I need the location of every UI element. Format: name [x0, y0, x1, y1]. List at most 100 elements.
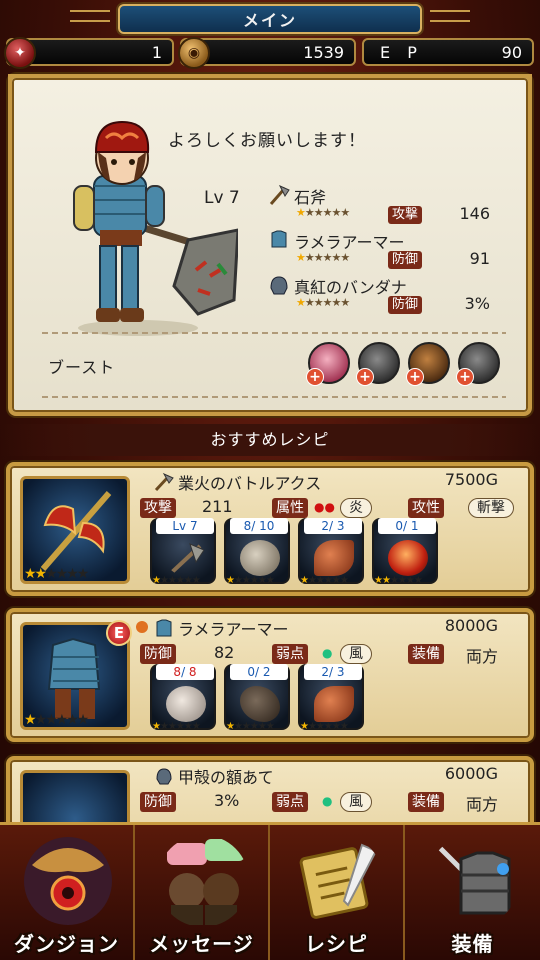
attribute-label: 属性 — [272, 498, 308, 518]
equipment-armor[interactable]: ラメラアーマー ★★★★★★ 防御 91 — [268, 227, 508, 272]
gold-counter[interactable]: ◉ 1539 — [178, 37, 356, 69]
dragon-icon — [24, 837, 112, 925]
boost-list: + + + + — [306, 342, 500, 386]
element-dots: ●● — [314, 500, 335, 514]
weakness-value: 風 — [340, 792, 372, 812]
helmet-icon — [156, 768, 172, 785]
section-title: おすすめレシピ — [210, 430, 330, 449]
ep-counter[interactable]: E P 90 — [362, 38, 534, 66]
equipment-name: 石斧 — [294, 188, 327, 207]
material-count-need: 8 — [188, 665, 197, 679]
rock-icon — [240, 540, 280, 576]
stat-value: 3% — [464, 294, 490, 313]
ep-value: 90 — [501, 42, 522, 62]
axe-icon — [154, 472, 174, 492]
nav-label: レシピ — [305, 932, 368, 956]
material-count-have: 8 — [173, 665, 182, 679]
claw-icon — [240, 686, 280, 722]
chat-icon — [167, 839, 245, 925]
material-slot[interactable]: 8/ 10 ★★★★★★ — [224, 518, 290, 586]
divider — [42, 396, 506, 398]
equipment-weapon[interactable]: 石斧 ★★★★★★ 攻撃 146 — [268, 182, 508, 227]
gold-coin-icon: ◉ — [178, 37, 210, 69]
panel-corner — [8, 74, 26, 92]
weakness-label: 弱点 — [272, 792, 308, 812]
stat-value: 82 — [214, 643, 235, 662]
boost-slot-4[interactable]: + — [456, 342, 500, 386]
material-count: 0/ 1 — [378, 518, 436, 534]
attribute-value: 炎 — [340, 498, 372, 518]
element-dot: ● — [322, 794, 333, 808]
rarity-stars: ★★★★★★ — [300, 575, 349, 586]
plus-icon: + — [356, 368, 374, 386]
material-count: 2/ 3 — [304, 664, 362, 680]
equip-value: 両方 — [466, 795, 499, 814]
stat-label: 防御 — [388, 251, 423, 269]
boost-slot-3[interactable]: + — [406, 342, 450, 386]
stat-label: 攻撃 — [388, 206, 423, 224]
character-greeting: よろしくお願いします！ — [168, 131, 366, 151]
stat-label: 防御 — [388, 296, 423, 314]
stat-value: 211 — [202, 497, 233, 516]
stat-value: 91 — [469, 249, 490, 268]
material-count: 0/ 2 — [230, 664, 288, 680]
recipe-card[interactable]: E ★★★★★★ ラメラアーマー 8000G 防御 82 弱点 ● 風 装備 両… — [6, 608, 534, 742]
axe-material-icon — [168, 543, 205, 576]
recipe-name: 業火のバトルアクス — [178, 474, 322, 493]
rarity-stars: ★★★★★★ — [296, 251, 350, 264]
title-ornament-left — [70, 10, 110, 22]
scroll-icon — [299, 843, 378, 919]
armor-icon — [431, 839, 511, 915]
rarity-stars: ★★★★★★ — [24, 566, 89, 582]
recommended-recipes-header: おすすめレシピ — [0, 424, 540, 456]
material-slot[interactable]: 0/ 1 ★★★★★★ — [372, 518, 438, 586]
boost-slot-1[interactable]: + — [306, 342, 350, 386]
helmet-icon — [270, 276, 288, 295]
rarity-stars: ★★★★★★ — [300, 721, 349, 732]
nav-equipment[interactable]: 装備 — [405, 825, 540, 960]
material-slot[interactable]: Lv 7 ★★★★★★ — [150, 518, 216, 586]
rarity-stars: ★★★★★★ — [226, 721, 275, 732]
material-slot[interactable]: 8/ 8 ★★★★★★ — [150, 664, 216, 732]
material-slot[interactable]: 2/ 3 ★★★★★★ — [298, 518, 364, 586]
ep-label: E P — [380, 43, 423, 62]
divider — [42, 332, 506, 334]
boost-slot-2[interactable]: + — [356, 342, 400, 386]
stat-value: 146 — [459, 204, 490, 223]
recipe-price: 8000G — [444, 616, 498, 635]
material-count: Lv 7 — [156, 518, 214, 534]
equipment-list: 石斧 ★★★★★★ 攻撃 146 ラメラアーマー ★★★★★★ 防御 91 真紅… — [268, 182, 508, 317]
nav-label: 装備 — [451, 932, 494, 956]
extra-value: 斬撃 — [468, 498, 514, 518]
page-title: メイン — [118, 4, 422, 34]
armor-icon — [271, 230, 287, 248]
stat-label: 防御 — [140, 644, 176, 664]
stat-label: 攻撃 — [140, 498, 176, 518]
recipe-card[interactable]: ★★★★★★ 業火のバトルアクス 7500G 攻撃 211 属性 ●● 炎 攻性… — [6, 462, 534, 596]
equipment-name: ラメラアーマー — [294, 233, 405, 252]
bottom-nav: ダンジョン メッセージ レシピ 装備 — [0, 822, 540, 960]
stamina-icon: ✦ — [4, 37, 36, 69]
panel-corner — [514, 74, 532, 92]
recipe-name: ラメラアーマー — [178, 620, 289, 639]
material-slot[interactable]: 2/ 3 ★★★★★★ — [298, 664, 364, 732]
equipment-head[interactable]: 真紅のバンダナ ★★★★★★ 防御 3% — [268, 272, 508, 317]
weakness-value: 風 — [340, 644, 372, 664]
material-count: 2/ 3 — [304, 518, 362, 534]
gold-value: 1539 — [303, 42, 344, 62]
stamina-counter[interactable]: ✦ 1 — [4, 37, 174, 69]
nav-dungeon[interactable]: ダンジョン — [0, 825, 135, 960]
nav-recipe[interactable]: レシピ — [270, 825, 405, 960]
new-indicator-icon — [136, 621, 148, 633]
material-slot[interactable]: 0/ 2 ★★★★★★ — [224, 664, 290, 732]
equipped-badge: E — [106, 620, 132, 646]
equipped-badge-text: E — [113, 624, 125, 642]
character-panel: よろしくお願いします！ Lv 7 石斧 ★★★★★★ 攻撃 146 ラメラアーマ… — [8, 74, 532, 416]
claw-icon — [314, 540, 354, 576]
nav-message[interactable]: メッセージ — [135, 825, 270, 960]
equip-label: 装備 — [408, 644, 444, 664]
material-count: 8/ 10 — [230, 518, 288, 534]
nav-label: ダンジョン — [14, 932, 119, 956]
recipe-price: 6000G — [444, 764, 498, 783]
rarity-stars: ★★★★★★ — [226, 575, 275, 586]
